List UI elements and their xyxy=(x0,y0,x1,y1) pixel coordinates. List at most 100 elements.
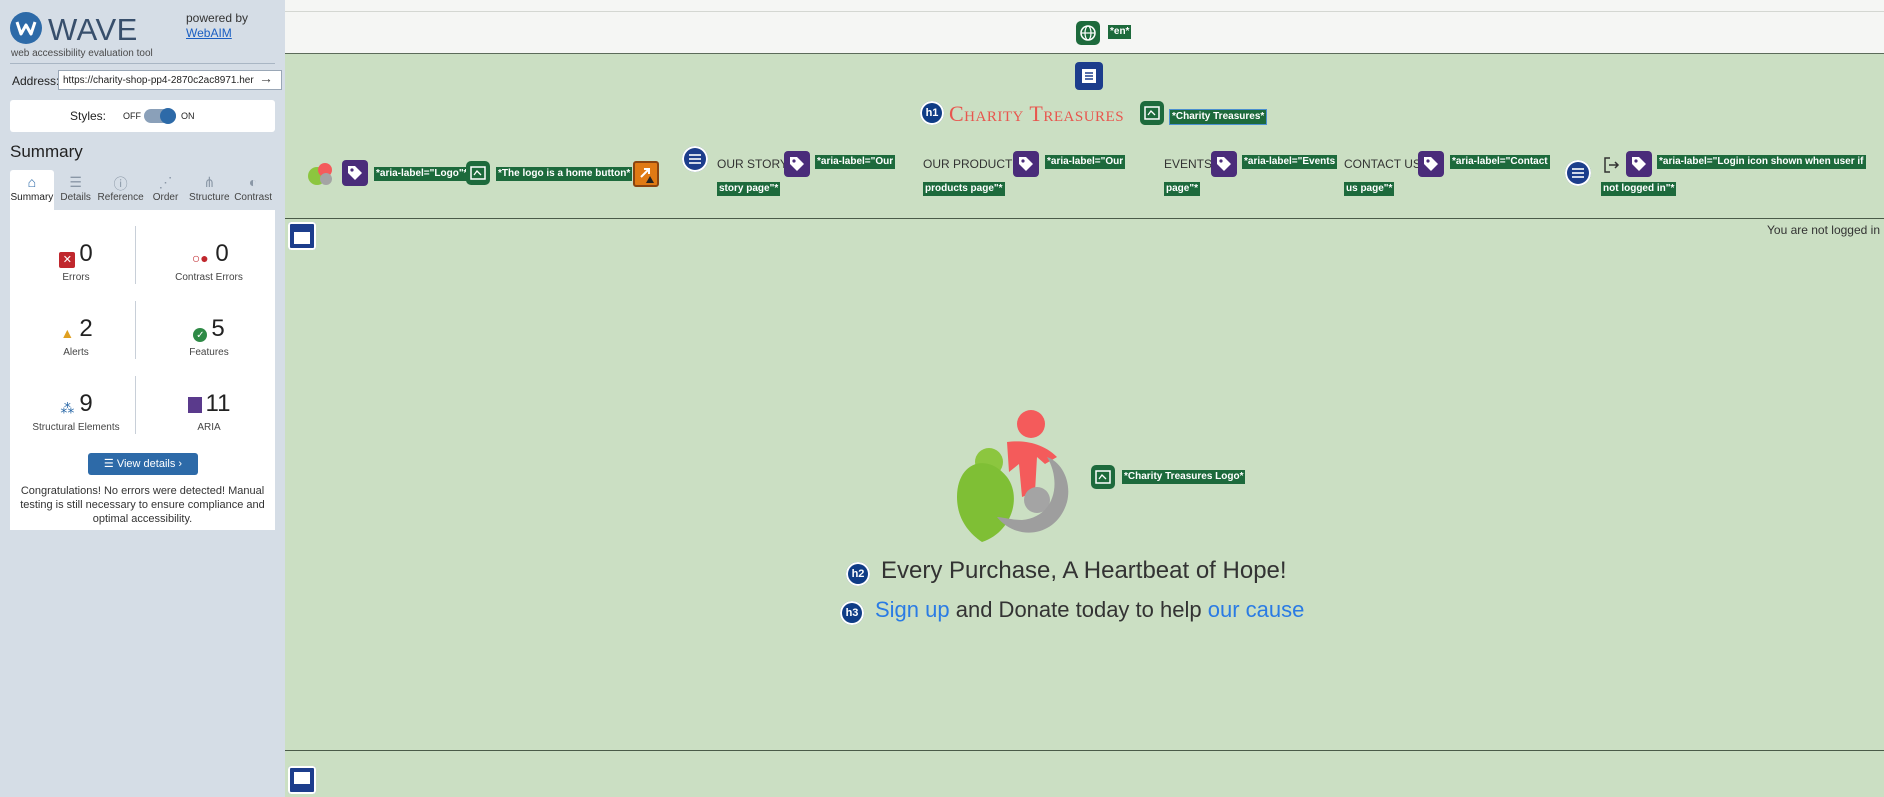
tab-structure[interactable]: ⋔ Structure xyxy=(187,170,231,210)
contrast-error-icon: ○● xyxy=(191,250,209,266)
unordered-list-icon[interactable] xyxy=(682,146,708,172)
logo-aria-label: *aria-label="Logo"* xyxy=(374,167,470,181)
order-icon: ⋰ xyxy=(158,174,173,190)
tab-details[interactable]: ☰ Details xyxy=(54,170,98,210)
styles-toggle-panel: Styles: OFF ON xyxy=(10,100,275,132)
stat-divider xyxy=(135,301,136,359)
tab-contrast[interactable]: ◐ Contrast xyxy=(231,170,275,210)
navigation-region-icon[interactable] xyxy=(1075,62,1103,90)
login-aria-label: not logged in"* xyxy=(1601,182,1677,196)
list-icon: ☰ xyxy=(69,174,82,190)
contrast-errors-label: Contrast Errors xyxy=(175,272,243,283)
address-input[interactable]: https://charity-shop-pp4-2870c2ac8971.he… xyxy=(58,70,282,90)
nav-aria-label: products page"* xyxy=(923,182,1005,196)
address-label: Address: xyxy=(12,74,60,88)
linked-image-icon[interactable] xyxy=(466,161,490,185)
sign-up-link[interactable]: Sign up xyxy=(875,597,950,622)
aria-tag-icon[interactable] xyxy=(342,160,368,186)
aria-count: 11 xyxy=(205,390,231,417)
title-link-label: *Charity Treasures* xyxy=(1168,109,1268,125)
login-aria-label: *aria-label="Login icon shown when user … xyxy=(1657,155,1866,169)
aria-tag-icon[interactable] xyxy=(1211,151,1237,177)
tab-label: Details xyxy=(60,192,91,203)
hero-logo-image xyxy=(937,402,1087,552)
info-icon: ⓘ xyxy=(113,176,128,192)
login-icon[interactable] xyxy=(1601,155,1621,175)
tab-label: Contrast xyxy=(234,192,272,203)
image-icon[interactable] xyxy=(1091,465,1115,489)
address-value: https://charity-shop-pp4-2870c2ac8971.he… xyxy=(63,75,254,86)
aria-icon xyxy=(187,397,202,413)
unordered-list-icon[interactable] xyxy=(1565,160,1591,186)
small-logo-icon[interactable] xyxy=(305,158,337,190)
stat-alerts: ▲ 2 Alerts xyxy=(10,285,142,358)
nav-aria-label: *aria-label="Our xyxy=(815,155,896,169)
evaluated-page: *en* h1 Charity Treasures *Charity Treas… xyxy=(285,0,1884,797)
stat-divider xyxy=(135,226,136,284)
aria-tag-icon[interactable] xyxy=(784,151,810,177)
nav-link-events[interactable]: EVENTS xyxy=(1164,157,1212,171)
nav-link-contact-us[interactable]: CONTACT US xyxy=(1344,157,1421,171)
site-title[interactable]: Charity Treasures xyxy=(949,101,1124,127)
header-divider xyxy=(285,218,1884,219)
h2-badge-icon[interactable]: h2 xyxy=(846,562,870,586)
h1-badge-icon[interactable]: h1 xyxy=(920,101,944,125)
powered-by: powered by WebAIM xyxy=(186,11,248,40)
summary-panel: ✕ 0 Errors ○● 0 Contrast Errors ▲ 2 Alerts … xyxy=(10,210,275,530)
nav-aria-label: page"* xyxy=(1164,182,1200,196)
aria-tag-icon[interactable] xyxy=(1013,151,1039,177)
wave-title: WAVE xyxy=(48,12,138,47)
footer-divider xyxy=(285,750,1884,751)
tab-label: Summary xyxy=(10,192,54,203)
view-details-label: View details › xyxy=(116,458,183,470)
nav-aria-label: us page"* xyxy=(1344,182,1395,196)
feature-check-icon: ✓ xyxy=(193,328,208,342)
stat-contrast-errors: ○● 0 Contrast Errors xyxy=(143,210,275,283)
hero-logo-alt-label: *Charity Treasures Logo* xyxy=(1122,470,1246,484)
arrow-right-icon[interactable]: → xyxy=(259,70,273,86)
hero-subheading: Sign up and Donate today to help our cau… xyxy=(875,597,1304,623)
structure-icon: ⋔ xyxy=(203,174,216,190)
stat-divider xyxy=(135,376,136,434)
home-icon: ⌂ xyxy=(27,174,37,190)
nav-link-our-products[interactable]: OUR PRODUCTS xyxy=(923,157,1020,171)
tab-order[interactable]: ⋰ Order xyxy=(144,170,188,210)
linked-image-icon[interactable] xyxy=(1140,101,1164,125)
aria-tag-icon[interactable] xyxy=(1626,151,1652,177)
nav-aria-label: *aria-label="Events xyxy=(1242,155,1338,169)
top-line xyxy=(285,11,1884,12)
main-region-icon[interactable] xyxy=(288,222,316,250)
hero-heading: Every Purchase, A Heartbeat of Hope! xyxy=(881,557,1287,584)
styles-on-label: ON xyxy=(181,111,195,121)
tab-summary[interactable]: ⌂ Summary xyxy=(10,170,54,210)
aria-tag-icon[interactable] xyxy=(1418,151,1444,177)
logo-home-label: *The logo is a home button* xyxy=(496,167,633,181)
alerts-count: 2 xyxy=(79,315,93,342)
globe-icon[interactable] xyxy=(1076,21,1100,45)
view-details-button[interactable]: ☰ View details › xyxy=(88,453,198,475)
structural-label: Structural Elements xyxy=(32,422,120,433)
stat-structural: ⁂ 9 Structural Elements xyxy=(10,360,142,433)
alerts-label: Alerts xyxy=(63,347,89,358)
error-icon: ✕ xyxy=(59,252,76,268)
our-cause-link[interactable]: our cause xyxy=(1208,597,1305,622)
styles-toggle[interactable] xyxy=(144,108,176,124)
tab-label: Order xyxy=(152,192,179,203)
aria-label: ARIA xyxy=(197,422,221,433)
styles-off-label: OFF xyxy=(123,111,141,121)
tab-reference[interactable]: ⓘ Reference xyxy=(98,170,144,210)
login-status-text: You are not logged in xyxy=(1767,223,1880,237)
lang-label: *en* xyxy=(1108,25,1132,39)
stat-features: ✓ 5 Features xyxy=(143,285,275,358)
nav-link-our-story[interactable]: OUR STORY xyxy=(717,157,788,171)
h3-badge-icon[interactable]: h3 xyxy=(840,601,864,625)
structural-count: 9 xyxy=(79,390,93,417)
subheading-text: and Donate today to help xyxy=(949,597,1208,622)
nav-aria-label: *aria-label="Our xyxy=(1045,155,1126,169)
redundant-link-alert-icon[interactable] xyxy=(633,161,659,187)
styles-label: Styles: xyxy=(70,109,107,123)
footer-region-icon[interactable] xyxy=(288,766,316,794)
nav-aria-label: *aria-label="Contact xyxy=(1450,155,1550,169)
webaim-link[interactable]: WebAIM xyxy=(186,26,248,40)
address-bar: Address: https://charity-shop-pp4-2870c2… xyxy=(10,70,282,92)
